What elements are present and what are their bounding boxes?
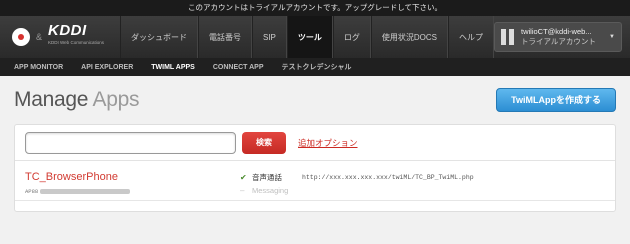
kddi-logo: KDDI KDDI Web Communications [48,23,104,49]
trial-banner[interactable]: このアカウントはトライアルアカウントです。アップグレードして下さい。 [0,0,630,16]
check-icon: ✔ [240,173,247,182]
account-menu[interactable]: twilioCT@kddi-web... トライアルアカウント ▼ [494,22,622,52]
account-info: twilioCT@kddi-web... トライアルアカウント [521,27,603,47]
nav-item-logs[interactable]: ログ [332,16,371,58]
subnav-test-credentials[interactable]: テストクレデンシャル [282,62,352,72]
subnav-app-monitor[interactable]: APP MONITOR [14,64,63,71]
nav-item-sip[interactable]: SIP [252,16,287,58]
app-info: TC_BrowserPhone AP88 [25,171,240,200]
nav-item-dashboard[interactable]: ダッシュボード [120,16,198,58]
main-nav: ダッシュボード 電話番号 SIP ツール ログ 使用状況DOCS ヘルプ [120,16,495,58]
account-name: twilioCT@kddi-web... [521,27,592,36]
messaging-capability: – Messaging [240,184,474,197]
app-name-link[interactable]: TC_BrowserPhone [25,171,240,183]
brand-logo[interactable]: & KDDI KDDI Web Communications [0,16,120,58]
apps-panel: 検索 追加オプション TC_BrowserPhone AP88 ✔ 音声通話 h… [14,124,616,212]
search-bar: 検索 追加オプション [15,125,615,161]
voice-label: 音声通話 [252,173,282,182]
disabled-dash-icon: – [240,186,245,195]
subnav-api-explorer[interactable]: API EXPLORER [81,64,133,71]
nav-item-phone-numbers[interactable]: 電話番号 [198,16,252,58]
account-type: トライアルアカウント [521,37,596,46]
voice-capability: ✔ 音声通話 http://xxx.xxx.xxx.xxx/twiML/TC_B… [240,171,474,184]
create-twiml-app-button[interactable]: TwiMLAppを作成する [496,88,616,112]
voice-url: http://xxx.xxx.xxx.xxx/twiML/TC_BP_TwiML… [302,174,474,181]
subnav-twiml-apps[interactable]: TWIML APPS [151,64,195,71]
page-title: Manage Apps [14,88,140,111]
subnav-connect-app[interactable]: CONNECT APP [213,64,264,71]
additional-options-link[interactable]: 追加オプション [298,137,358,149]
page-header: Manage Apps TwiMLAppを作成する [14,76,616,124]
pause-icon [501,29,515,45]
search-input[interactable] [25,131,236,154]
nav-item-help[interactable]: ヘルプ [448,16,495,58]
logo-ampersand: & [36,32,43,42]
main-content: Manage Apps TwiMLAppを作成する 検索 追加オプション TC_… [0,76,630,212]
logo-tagline: KDDI Web Communications [48,40,104,45]
search-button[interactable]: 検索 [242,131,286,154]
caret-down-icon: ▼ [609,34,615,40]
redacted-sid [40,189,131,194]
top-navigation: & KDDI KDDI Web Communications ダッシュボード 電… [0,16,630,58]
list-item[interactable]: TC_BrowserPhone AP88 ✔ 音声通話 http://xxx.x… [15,161,615,201]
logo-mark-icon [12,28,30,46]
nav-item-usage-docs[interactable]: 使用状況DOCS [370,16,449,58]
tools-subnav: APP MONITOR API EXPLORER TWIML APPS CONN… [0,58,630,76]
app-sid: AP88 [25,188,240,195]
messaging-label: Messaging [252,186,289,195]
list-footer [15,201,615,211]
app-capabilities: ✔ 音声通話 http://xxx.xxx.xxx.xxx/twiML/TC_B… [240,171,474,200]
nav-item-tools[interactable]: ツール [286,16,333,58]
